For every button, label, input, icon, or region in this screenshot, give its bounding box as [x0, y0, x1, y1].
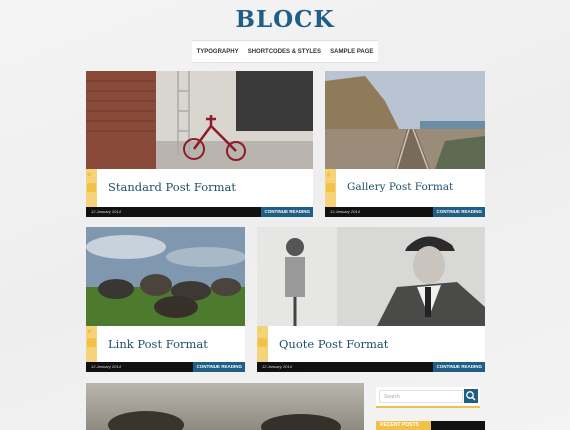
- recent-posts-heading: RECENT POSTS: [376, 421, 431, 430]
- post-meta-bar: 12 January 2014 CONTINUE READING: [257, 362, 485, 372]
- nav-item-shortcodes[interactable]: SHORTCODES & STYLES: [248, 49, 321, 55]
- search-input[interactable]: Search: [379, 390, 463, 403]
- post-meta-bar: 12 January 2014 CONTINUE READING: [86, 207, 313, 217]
- post-card-link: ◆ Link Post Format 12 January 2014 CONTI…: [86, 227, 245, 372]
- continue-reading-button[interactable]: CONTINUE READING: [261, 207, 313, 217]
- post-image-singer[interactable]: [257, 227, 485, 326]
- quote-mark-icon: ❝: [258, 328, 262, 335]
- post-image-bicycle[interactable]: [86, 71, 313, 169]
- speech-bubble-icon: [87, 183, 96, 192]
- post-title[interactable]: Link Post Format: [108, 337, 208, 351]
- link-icon: [87, 338, 96, 347]
- continue-reading-button[interactable]: CONTINUE READING: [193, 362, 245, 372]
- nav-item-sample-page[interactable]: SAMPLE PAGE: [330, 49, 373, 55]
- pin-icon: ◆: [87, 328, 92, 335]
- post-meta-bar: 12 January 2014 CONTINUE READING: [86, 362, 245, 372]
- search-widget: Search: [376, 387, 480, 408]
- post-date: 12 January 2014: [330, 209, 360, 214]
- post-meta-bar: 12 January 2014 CONTINUE READING: [325, 207, 485, 217]
- format-accent: ◆: [86, 169, 97, 207]
- continue-reading-button[interactable]: CONTINUE READING: [433, 362, 485, 372]
- post-date: 12 January 2014: [262, 364, 292, 369]
- pin-icon: ◆: [87, 171, 92, 178]
- post-title[interactable]: Gallery Post Format: [347, 181, 453, 193]
- format-accent: ◆: [325, 169, 336, 207]
- post-card-partial: [86, 383, 364, 430]
- quote-icon: [258, 338, 267, 347]
- post-image-stones-dark[interactable]: [86, 383, 364, 430]
- post-date: 12 January 2014: [91, 364, 121, 369]
- pin-icon: ◆: [326, 171, 331, 178]
- post-card-standard: ◆ Standard Post Format 12 January 2014 C…: [86, 71, 313, 217]
- nav-item-typography[interactable]: TYPOGRAPHY: [197, 49, 239, 55]
- format-accent: ❝: [257, 326, 268, 362]
- continue-reading-button[interactable]: CONTINUE READING: [433, 207, 485, 217]
- post-date: 12 January 2014: [91, 209, 121, 214]
- search-button[interactable]: [464, 389, 478, 403]
- post-card-quote: ❝ Quote Post Format 12 January 2014 CONT…: [257, 227, 485, 372]
- post-title[interactable]: Quote Post Format: [279, 337, 388, 351]
- post-title[interactable]: Standard Post Format: [108, 180, 236, 194]
- post-card-gallery: ◆ Gallery Post Format 12 January 2014 CO…: [325, 71, 485, 217]
- main-nav: TYPOGRAPHY SHORTCODES & STYLES SAMPLE PA…: [192, 40, 378, 63]
- site-title[interactable]: BLOCK: [0, 6, 570, 33]
- search-icon: [466, 391, 476, 401]
- format-accent: ◆: [86, 326, 97, 362]
- post-image-stones[interactable]: [86, 227, 245, 326]
- recent-posts-heading-bar: [431, 421, 485, 430]
- post-image-railway[interactable]: [325, 71, 485, 169]
- gallery-icon: [326, 183, 335, 192]
